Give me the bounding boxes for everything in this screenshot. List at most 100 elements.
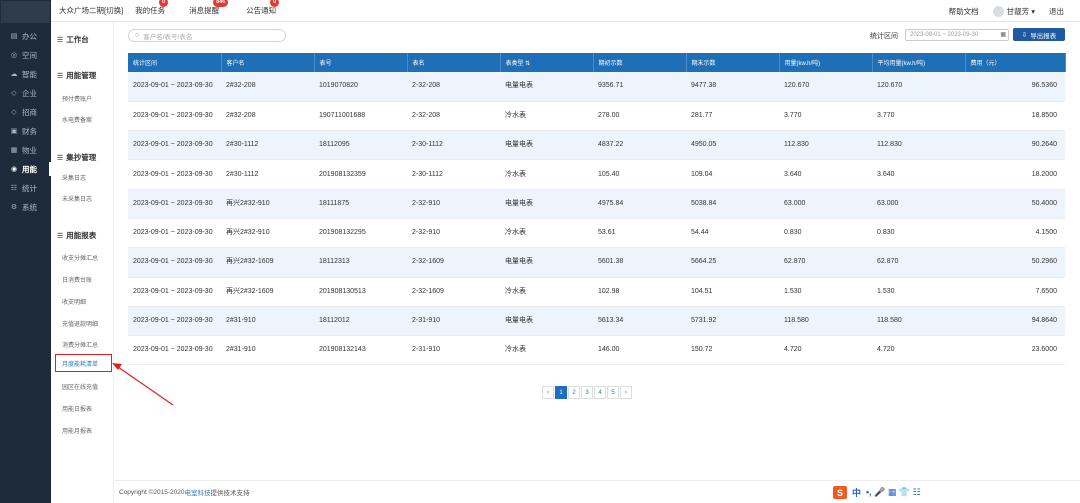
table-cell: 2-31-910 [407, 335, 500, 366]
footer: Copyright ©2015-2020 电室科技 提供技术支持 [114, 480, 1080, 503]
pager-page-button[interactable]: 1 [555, 386, 567, 399]
sidebar-item[interactable]: 未采集日志 [62, 194, 92, 203]
table-cell: 电量电表 [500, 72, 593, 102]
sidebar-group-title: 用能报表 [66, 231, 97, 240]
user-menu[interactable]: 甘靓芳 ▾ [1007, 6, 1035, 17]
sidebar-item[interactable]: 园区在线充值 [62, 382, 98, 391]
pager-next-button[interactable]: » [620, 386, 632, 399]
pager-prev-button[interactable]: « [542, 386, 554, 399]
brand-link[interactable]: 电室科技 [185, 487, 211, 497]
sidebar-item[interactable]: 收支明细 [62, 297, 86, 306]
date-range-picker[interactable]: 2023-09-01 ~ 2023-09-30 ▦ [905, 29, 1009, 41]
rail-item-label: 企业 [22, 88, 37, 98]
rail-item-icon: ◇ [11, 90, 17, 97]
table-cell: 23.6000 [965, 335, 1065, 366]
table-cell: 0.830 [779, 218, 872, 249]
pager-page-button[interactable]: 4 [594, 386, 606, 399]
column-header[interactable]: 表类型 ⇅ [500, 53, 594, 72]
table-cell: 62.870 [779, 247, 872, 278]
rail-item[interactable]: ▦ 物业 [0, 143, 51, 157]
table-cell: 2#32-208 [221, 101, 314, 132]
sidebar-group[interactable]: ☰ 集抄管理 [51, 152, 96, 163]
table-cell: 2023-09-01 ~ 2023-09-30 [128, 277, 221, 307]
sidebar-item[interactable]: 用能日报表 [62, 404, 92, 413]
table-cell: 2-30-1112 [407, 130, 500, 161]
export-icon: ⇩ [1021, 31, 1028, 39]
pager-page-button[interactable]: 5 [607, 386, 619, 399]
table-cell: 18111875 [314, 189, 407, 219]
notices-count-badge: 0 [270, 0, 280, 7]
table-cell: 201908132143 [314, 335, 407, 366]
table-cell: 2#30-1112 [221, 130, 314, 161]
rail-item-icon: ▤ [10, 33, 18, 40]
table-cell: 63.000 [779, 189, 872, 219]
project-switch-link[interactable]: 大众广场二期[切换] [59, 5, 123, 16]
table-cell: 再兴2#32-1609 [221, 277, 314, 307]
rail-item[interactable]: ◉ 用能 [0, 162, 51, 176]
rail-item[interactable]: ◇ 企业 [0, 86, 51, 100]
notices-link[interactable]: 公告通知 0 [246, 0, 280, 16]
table-cell: 2023-09-01 ~ 2023-09-30 [128, 335, 221, 366]
menu-icon: ☰ [57, 232, 64, 240]
menu-icon: ☰ [57, 72, 64, 80]
table-cell: 2#32-208 [221, 72, 314, 102]
workbench-link[interactable]: ☰ 工作台 [51, 34, 89, 45]
table-cell: 0.830 [872, 218, 965, 249]
rail-item[interactable]: ◇ 招商 [0, 105, 51, 119]
column-header: 用量(kw.h/吨) [779, 53, 873, 72]
export-report-button[interactable]: ⇩ 导出报表 [1013, 28, 1065, 41]
rail-item[interactable]: ▤ 办公 [0, 29, 51, 43]
sogou-logo-icon[interactable]: S [833, 486, 847, 499]
sidebar-item[interactable]: 用能月报表 [62, 426, 92, 435]
table-cell: 9356.71 [593, 72, 686, 102]
my-tasks-link[interactable]: 我的任务 0 [135, 0, 169, 16]
rail-item[interactable]: ☁ 智能 [0, 67, 51, 81]
table-cell: 3.770 [779, 101, 872, 132]
rail-item-icon: ▦ [10, 147, 18, 154]
sidebar-item[interactable]: 充值退款明细 [62, 319, 98, 328]
table-cell: 5038.84 [686, 189, 779, 219]
table-cell: 18112095 [314, 130, 407, 161]
table-cell: 1019070820 [314, 72, 407, 102]
help-docs-link[interactable]: 帮助文档 [949, 6, 979, 17]
logout-link[interactable]: 退出 [1049, 6, 1064, 17]
ime-toolbar[interactable]: S 中 •, 🎤 ▦ 👕 ☷ [833, 486, 921, 499]
table-cell: 再兴2#32-1609 [221, 247, 314, 278]
user-avatar[interactable] [992, 5, 1004, 17]
sidebar-item[interactable]: 预付费账户 [62, 94, 92, 103]
sidebar-item[interactable]: 消费分摊汇总 [62, 340, 98, 349]
table-cell: 50.2960 [965, 247, 1065, 278]
sidebar-item[interactable]: 采集日志 [62, 173, 86, 182]
sidebar-item[interactable]: 水电费备案 [62, 115, 92, 124]
table-cell: 96.5360 [965, 72, 1065, 102]
table-cell: 118.580 [872, 306, 965, 337]
rail-item[interactable]: ◎ 空间 [0, 48, 51, 62]
rail-item[interactable]: ⚙ 系统 [0, 200, 51, 214]
table-row: 2023-09-01 ~ 2023-09-30 2#31-910 201908132… [128, 335, 1065, 366]
sidebar-group[interactable]: ☰ 用能报表 [51, 230, 96, 241]
table-cell: 3.770 [872, 101, 965, 132]
search-input[interactable]: ○ 客户名/表号/表名 [128, 29, 286, 42]
sidebar-item[interactable]: 日消费台账 [62, 275, 92, 284]
pager-page-button[interactable]: 2 [568, 386, 580, 399]
messages-link[interactable]: 消息提醒 846 [189, 0, 229, 16]
rail-item-label: 用能 [22, 164, 37, 174]
sidebar-group[interactable]: ☰ 用能管理 [51, 70, 96, 81]
table-cell: 再兴2#32-910 [221, 189, 314, 219]
table-cell: 3.640 [779, 159, 872, 190]
column-header: 统计区间 [128, 53, 222, 72]
rail-item[interactable]: ▣ 财务 [0, 124, 51, 138]
pager-page-button[interactable]: 3 [581, 386, 593, 399]
rail-item-label: 空间 [22, 50, 37, 60]
ime-lang-toggle[interactable]: 中 [852, 486, 861, 499]
table-cell: 18.2000 [965, 159, 1065, 190]
table-cell: 190711001688 [314, 101, 407, 132]
ime-tools-icons[interactable]: •, 🎤 ▦ 👕 ☷ [866, 487, 921, 498]
rail-item[interactable]: ☷ 统计 [0, 181, 51, 195]
energy-report-table: 统计区间 客户名 表号 表名 表类型 ⇅ 期初示数 期末示数 用量(kw.h/吨) 平均用量(k… [128, 53, 1066, 366]
table-cell: 5601.38 [593, 247, 686, 278]
column-header: 期初示数 [593, 53, 687, 72]
table-cell: 53.61 [593, 218, 686, 249]
sidebar-item[interactable]: 收支分摊汇总 [62, 253, 98, 262]
sidebar-item-monthly-energy-active[interactable]: 月度能耗清单 [55, 354, 112, 372]
